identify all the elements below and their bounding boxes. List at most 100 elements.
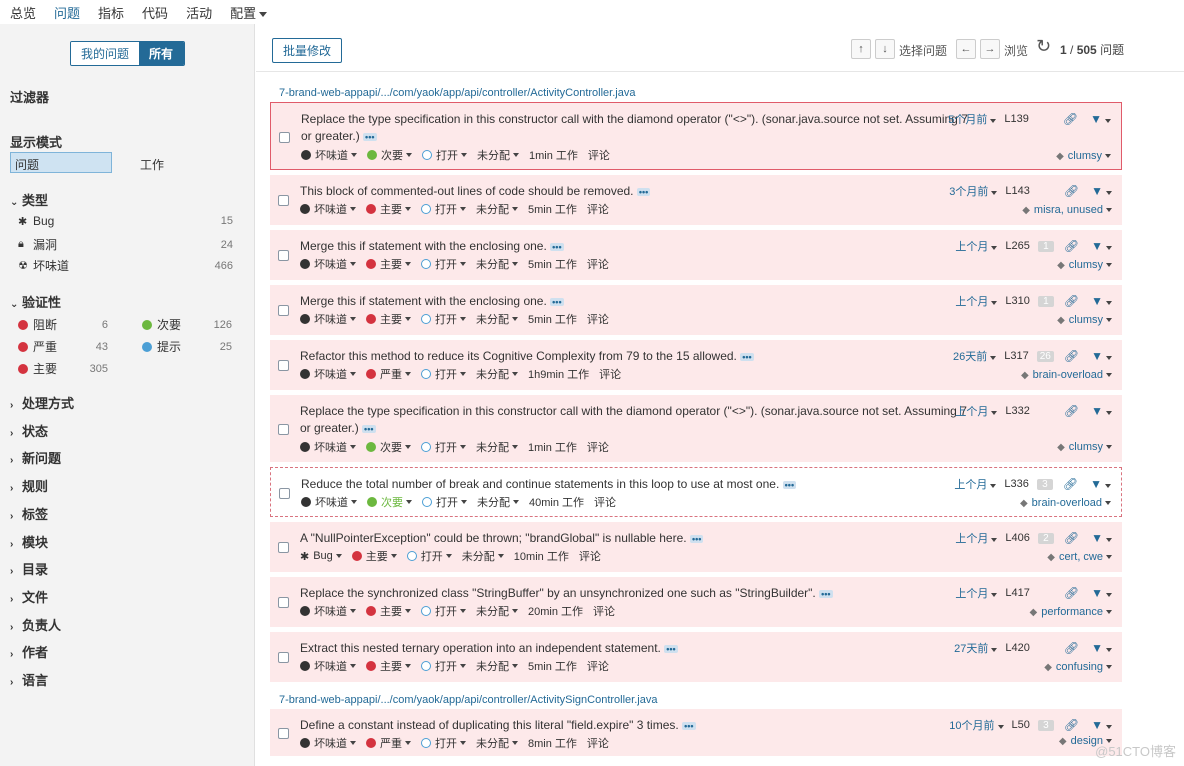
issue-severity-dropdown[interactable]: 主要 xyxy=(366,201,411,217)
issue-message[interactable]: Extract this nested ternary operation in… xyxy=(300,640,980,657)
issue-assignee-dropdown[interactable]: 未分配 xyxy=(476,658,518,674)
issue-age[interactable]: 26天前 xyxy=(953,348,997,364)
issue-checkbox[interactable] xyxy=(279,488,290,499)
issue-checkbox[interactable] xyxy=(278,728,289,739)
issue-age[interactable]: 10个月前 xyxy=(949,717,1004,733)
facet-header[interactable]: › 状态 xyxy=(10,421,48,440)
facet-type-header[interactable]: ⌄ 类型 xyxy=(10,190,48,209)
facet-header[interactable]: › 新问题 xyxy=(10,448,61,467)
issue-severity-dropdown[interactable]: 严重 xyxy=(366,735,411,751)
issue-type-dropdown[interactable]: ✱ Bug xyxy=(300,550,342,563)
issue-assignee-dropdown[interactable]: 未分配 xyxy=(476,311,518,327)
issue-checkbox[interactable] xyxy=(278,305,289,316)
filter-icon[interactable]: ▼ xyxy=(1091,294,1112,308)
issue-severity-dropdown[interactable]: 主要 xyxy=(351,548,397,564)
issue-age[interactable]: 3个月前 xyxy=(949,183,998,199)
facet-severity-major[interactable]: 主要 305 xyxy=(18,360,108,377)
issue-type-dropdown[interactable]: 坏味道 xyxy=(300,311,356,327)
issue-assignee-dropdown[interactable]: 未分配 xyxy=(476,735,518,751)
link-icon[interactable]: 🔗︎ xyxy=(1064,349,1079,363)
issue-type-dropdown[interactable]: 坏味道 xyxy=(301,494,357,510)
more-icon[interactable]: ••• xyxy=(782,480,797,489)
facet-header[interactable]: › 处理方式 xyxy=(10,393,74,412)
issue-status-dropdown[interactable]: 打开 xyxy=(422,147,467,163)
issue-type-dropdown[interactable]: 坏味道 xyxy=(300,603,356,619)
facet-type-vulnerability[interactable]: 🔒︎ 漏洞 24 xyxy=(18,236,233,253)
issue-status-dropdown[interactable]: 打开 xyxy=(422,494,467,510)
issue-age[interactable]: 上个月 xyxy=(955,403,998,419)
more-icon[interactable]: ••• xyxy=(363,132,377,141)
issue-status-dropdown[interactable]: 打开 xyxy=(421,735,466,751)
more-icon[interactable]: ••• xyxy=(689,534,704,543)
issue-assignee-dropdown[interactable]: 未分配 xyxy=(476,256,518,272)
filter-icon[interactable]: ▼ xyxy=(1091,641,1112,655)
issue-age[interactable]: 上个月 xyxy=(955,293,998,309)
more-icon[interactable]: ••• xyxy=(682,721,696,730)
arrow-up-icon[interactable]: ↑ xyxy=(851,39,871,59)
filter-icon[interactable]: ▼ xyxy=(1091,531,1112,545)
issue-checkbox[interactable] xyxy=(278,360,289,371)
issue-message[interactable]: Replace the type specification in this c… xyxy=(300,403,980,437)
issue-severity-dropdown[interactable]: 主要 xyxy=(366,311,411,327)
issue-assignee-dropdown[interactable]: 未分配 xyxy=(476,603,518,619)
issue-status-dropdown[interactable]: 打开 xyxy=(421,439,466,455)
issue-assignee-dropdown[interactable]: 未分配 xyxy=(476,439,518,455)
issue-comment-link[interactable]: 评论 xyxy=(587,311,609,327)
arrow-left-icon[interactable]: ← xyxy=(956,39,976,59)
issue-assignee-dropdown[interactable]: 未分配 xyxy=(476,201,518,217)
link-icon[interactable]: 🔗︎ xyxy=(1064,718,1079,732)
issue-comment-link[interactable]: 评论 xyxy=(594,494,616,510)
issue-age[interactable]: 上个月 xyxy=(955,238,998,254)
issue-comment-link[interactable]: 评论 xyxy=(587,735,609,751)
issue-tags[interactable]: ◆ brain-overload xyxy=(1020,497,1111,509)
filter-icon[interactable]: ▼ xyxy=(1090,112,1111,126)
issue-type-dropdown[interactable]: 坏味道 xyxy=(300,735,356,751)
filter-icon[interactable]: ▼ xyxy=(1091,239,1112,253)
mode-work-option[interactable]: 工作 xyxy=(140,156,164,173)
issue-severity-dropdown[interactable]: 主要 xyxy=(366,658,411,674)
issue-message[interactable]: Define a constant instead of duplicating… xyxy=(300,717,980,734)
link-icon[interactable]: 🔗︎ xyxy=(1064,641,1079,655)
issue-card[interactable]: Merge this if statement with the enclosi… xyxy=(270,285,1122,335)
more-icon[interactable]: ••• xyxy=(819,589,833,598)
reload-icon[interactable]: ↻ xyxy=(1036,36,1051,57)
issue-message[interactable]: Merge this if statement with the enclosi… xyxy=(300,238,980,255)
issue-assignee-dropdown[interactable]: 未分配 xyxy=(462,548,504,564)
facet-header[interactable]: › 作者 xyxy=(10,642,48,661)
link-icon[interactable]: 🔗︎ xyxy=(1063,112,1078,126)
issue-assignee-dropdown[interactable]: 未分配 xyxy=(477,147,519,163)
facet-severity-info[interactable]: 提示 25 xyxy=(142,338,232,355)
more-icon[interactable]: ••• xyxy=(550,242,564,251)
filter-icon[interactable]: ▼ xyxy=(1091,184,1112,198)
issue-age[interactable]: 上个月 xyxy=(954,476,997,492)
more-icon[interactable]: ••• xyxy=(550,297,564,306)
issue-tags[interactable]: ◆ clumsy xyxy=(1057,314,1112,326)
issue-status-dropdown[interactable]: 打开 xyxy=(406,548,452,564)
nav-issues[interactable]: 问题 xyxy=(54,3,80,22)
issue-card[interactable]: This block of commented-out lines of cod… xyxy=(270,175,1122,225)
filter-icon[interactable]: ▼ xyxy=(1090,477,1111,491)
issue-card[interactable]: Merge this if statement with the enclosi… xyxy=(270,230,1122,280)
issue-checkbox[interactable] xyxy=(278,195,289,206)
issue-message[interactable]: This block of commented-out lines of cod… xyxy=(300,183,980,200)
issue-assignee-dropdown[interactable]: 未分配 xyxy=(476,366,518,382)
facet-header[interactable]: › 语言 xyxy=(10,670,48,689)
issue-status-dropdown[interactable]: 打开 xyxy=(421,256,466,272)
facet-severity-header[interactable]: ⌄ 验证性 xyxy=(10,292,61,311)
file-path[interactable]: 7-brand-web-appapi/.../com/yaok/app/api/… xyxy=(270,84,1122,102)
issue-status-dropdown[interactable]: 打开 xyxy=(421,366,466,382)
issue-status-dropdown[interactable]: 打开 xyxy=(421,311,466,327)
issue-message[interactable]: Merge this if statement with the enclosi… xyxy=(300,293,980,310)
facet-severity-minor[interactable]: 次要 126 xyxy=(142,316,232,333)
issue-severity-dropdown[interactable]: 次要 xyxy=(367,494,412,510)
issue-message[interactable]: Replace the synchronized class "StringBu… xyxy=(300,585,980,602)
issue-status-dropdown[interactable]: 打开 xyxy=(421,658,466,674)
all-issues-button[interactable]: 所有 xyxy=(139,42,185,65)
issue-checkbox[interactable] xyxy=(278,597,289,608)
nav-config[interactable]: 配置 xyxy=(230,3,268,22)
issue-comment-link[interactable]: 评论 xyxy=(593,603,615,619)
more-icon[interactable]: ••• xyxy=(664,644,678,653)
more-icon[interactable]: ••• xyxy=(740,352,754,361)
filter-icon[interactable]: ▼ xyxy=(1091,349,1112,363)
link-icon[interactable]: 🔗︎ xyxy=(1064,404,1079,418)
